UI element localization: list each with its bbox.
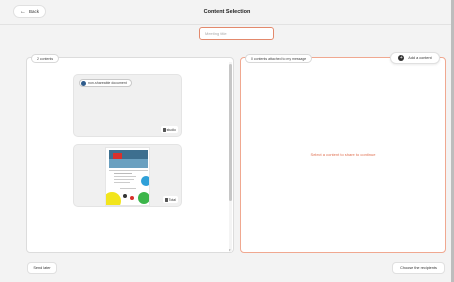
- document-icon: [81, 80, 86, 86]
- document-name: non-shareable document: [88, 81, 127, 85]
- content-type-tag: Total: [162, 196, 178, 203]
- empty-state-message: Select a content to share to continue: [310, 152, 376, 157]
- page-title: Content Selection: [203, 9, 251, 15]
- content-type-label: Total: [168, 197, 176, 202]
- content-card[interactable]: non-shareable document studio: [73, 74, 182, 137]
- back-button[interactable]: ← Back: [13, 5, 46, 18]
- back-label: Back: [28, 9, 39, 14]
- content-card[interactable]: Total: [73, 144, 182, 207]
- file-icon: [164, 197, 168, 202]
- file-icon: [162, 127, 166, 132]
- content-type-tag: studio: [160, 126, 178, 133]
- thumbnail-image: [106, 148, 149, 205]
- plus-icon: +: [398, 54, 405, 61]
- top-bar: ← Back Content Selection: [0, 0, 454, 24]
- document-name-pill: non-shareable document: [79, 79, 132, 87]
- add-content-label: Add a content: [408, 56, 432, 60]
- contents-count-chip: 2 contents: [31, 54, 60, 63]
- attached-count-chip: 0 contents attached to my message: [245, 54, 313, 63]
- choose-recipients-button[interactable]: Choose the recipients: [392, 262, 445, 274]
- document-thumbnail: [105, 147, 150, 206]
- send-later-button[interactable]: Send later: [27, 262, 57, 274]
- header-divider: [0, 24, 454, 25]
- scroll-down-icon[interactable]: ▾: [229, 248, 231, 252]
- content-type-label: studio: [166, 127, 176, 132]
- scrollbar-thumb[interactable]: [229, 64, 232, 201]
- arrow-left-icon: ←: [19, 8, 26, 15]
- add-content-button[interactable]: + Add a content: [390, 52, 440, 64]
- meeting-title-input[interactable]: [199, 27, 274, 40]
